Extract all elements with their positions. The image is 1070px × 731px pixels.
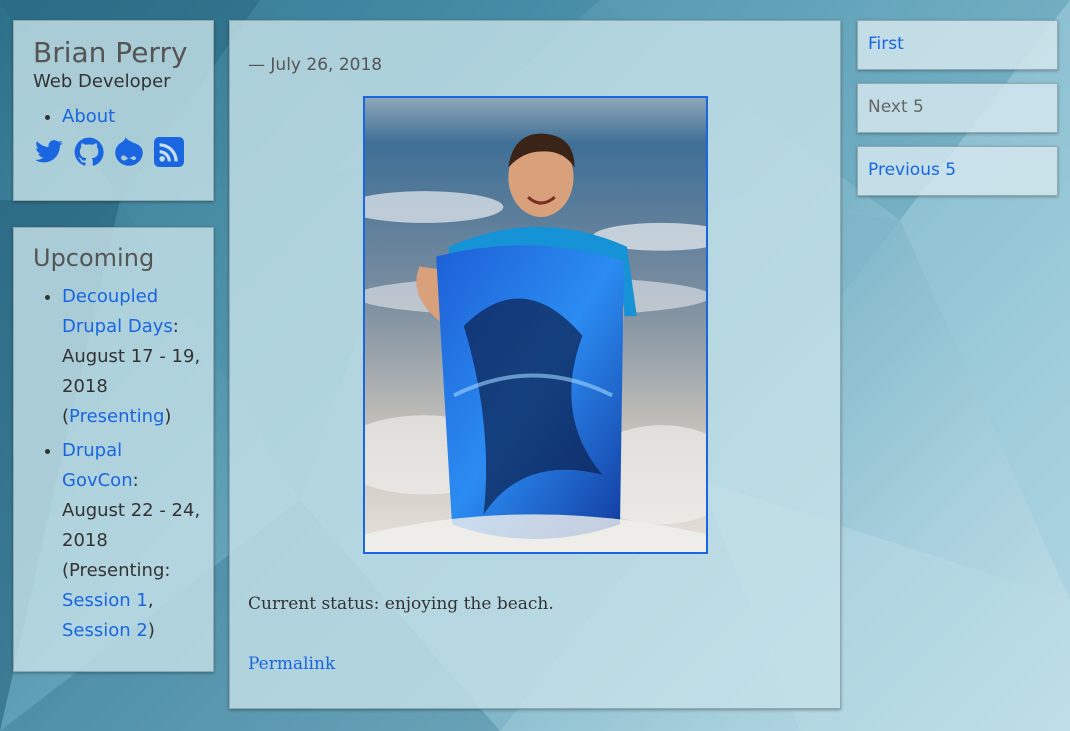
list-item: Drupal GovCon: August 22 - 24, 2018 (Pre…	[62, 436, 203, 646]
upcoming-events-list: Decoupled Drupal Days: August 17 - 19, 2…	[62, 282, 203, 646]
upcoming-title: Upcoming	[33, 244, 155, 272]
nav-item-about: About	[62, 106, 213, 127]
presenting-link[interactable]: Presenting	[69, 406, 164, 427]
pager-first-button[interactable]: First	[857, 20, 1058, 70]
event-link-drupal-govcon[interactable]: Drupal GovCon	[62, 440, 133, 491]
upcoming-panel: Upcoming Decoupled Drupal Days: August 1…	[13, 227, 214, 672]
paren-close: )	[147, 620, 155, 641]
post-card: — July 26, 2018 Current status: enjoying…	[229, 20, 841, 709]
twitter-icon[interactable]	[34, 137, 64, 167]
profile-panel: Brian Perry Web Developer About	[13, 20, 214, 201]
site-title[interactable]: Brian Perry	[33, 36, 213, 69]
github-icon[interactable]	[74, 137, 104, 167]
social-links	[34, 137, 213, 168]
session-1-link[interactable]: Session 1	[62, 590, 148, 611]
post-photo[interactable]	[363, 96, 708, 554]
pager-next-button: Next 5	[857, 83, 1058, 133]
separator: ,	[147, 590, 154, 611]
rss-icon[interactable]	[154, 137, 184, 168]
post-body: Current status: enjoying the beach.	[248, 594, 554, 614]
permalink-link[interactable]: Permalink	[248, 654, 335, 674]
about-link[interactable]: About	[62, 106, 115, 127]
pager-previous-button[interactable]: Previous 5	[857, 146, 1058, 196]
drupal-icon[interactable]	[114, 137, 144, 167]
post-date: — July 26, 2018	[248, 55, 383, 75]
event-link-decoupled-drupal-days[interactable]: Decoupled Drupal Days	[62, 286, 173, 337]
beach-photo-image	[365, 98, 706, 552]
site-subtitle: Web Developer	[33, 71, 171, 93]
list-item: Decoupled Drupal Days: August 17 - 19, 2…	[62, 282, 203, 432]
paren-close: )	[164, 406, 172, 427]
session-2-link[interactable]: Session 2	[62, 620, 148, 641]
main-nav: About	[62, 106, 213, 127]
